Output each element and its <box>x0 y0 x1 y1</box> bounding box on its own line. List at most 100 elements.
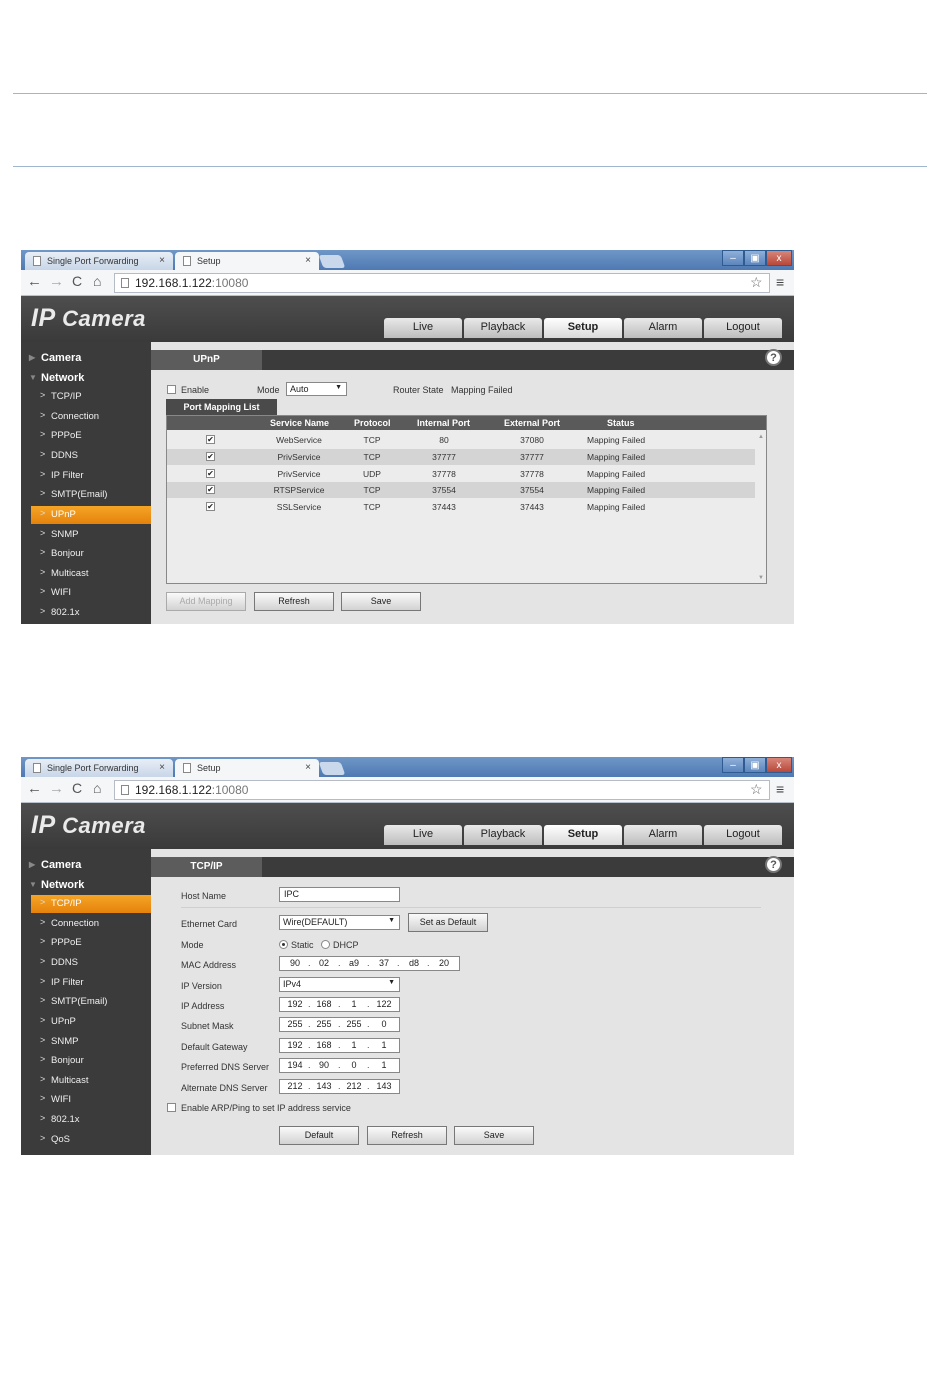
nav-alarm[interactable]: Alarm <box>624 825 702 845</box>
table-row[interactable]: ✔ RTSPService TCP 37554 37554 Mapping Fa… <box>167 482 755 498</box>
sidebar-item-tcpip[interactable]: > TCP/IP <box>31 388 151 406</box>
sidebar-item-wifi[interactable]: > WIFI <box>31 584 151 602</box>
sidebar-item-snmp[interactable]: > SNMP <box>31 526 151 544</box>
mode-select[interactable]: Auto ▼ <box>286 382 347 396</box>
close-tab-icon[interactable]: × <box>159 255 165 266</box>
sidebar-item-pppoe[interactable]: > PPPoE <box>31 934 151 952</box>
browser-tab-port-forwarding[interactable]: Single Port Forwarding × <box>25 759 173 777</box>
sidebar-item-smtp[interactable]: > SMTP(Email) <box>31 993 151 1011</box>
table-row[interactable]: ✔ WebService TCP 80 37080 Mapping Failed <box>167 432 755 448</box>
sidebar-item-ip-filter[interactable]: > IP Filter <box>31 467 151 485</box>
scroll-down-icon[interactable]: ▼ <box>758 575 764 581</box>
tab-tcpip[interactable]: TCP/IP <box>151 857 262 877</box>
row-checkbox[interactable]: ✔ <box>206 485 215 494</box>
sidebar-section-network[interactable]: ▼ Network <box>29 879 84 891</box>
browser-tab-setup[interactable]: Setup × <box>175 252 319 270</box>
sidebar-item-bonjour[interactable]: > Bonjour <box>31 1052 151 1070</box>
menu-icon[interactable]: ≡ <box>776 781 784 797</box>
close-tab-icon[interactable]: × <box>159 762 165 773</box>
sidebar-section-camera[interactable]: ▶ Camera <box>29 352 81 364</box>
row-checkbox[interactable]: ✔ <box>206 452 215 461</box>
table-row[interactable]: ✔ SSLService TCP 37443 37443 Mapping Fai… <box>167 499 755 515</box>
sidebar-section-camera[interactable]: ▶ Camera <box>29 859 81 871</box>
tab-upnp[interactable]: UPnP <box>151 350 262 370</box>
sidebar-item-wifi[interactable]: > WIFI <box>31 1091 151 1109</box>
maximize-icon[interactable]: ▣ <box>744 757 766 773</box>
url-input[interactable]: 192.168.1.122:10080 <box>114 780 770 800</box>
add-mapping-button[interactable]: Add Mapping <box>166 592 246 611</box>
sidebar-item-upnp[interactable]: > UPnP <box>31 1013 151 1031</box>
arp-ping-checkbox[interactable] <box>167 1103 176 1112</box>
sidebar-item-pppoe[interactable]: > PPPoE <box>31 427 151 445</box>
sidebar-item-ddns[interactable]: > DDNS <box>31 954 151 972</box>
table-row[interactable]: ✔ PrivService UDP 37778 37778 Mapping Fa… <box>167 466 755 482</box>
row-checkbox[interactable]: ✔ <box>206 502 215 511</box>
ethernet-card-select[interactable]: Wire(DEFAULT) ▼ <box>279 915 400 930</box>
enable-checkbox[interactable] <box>167 385 176 394</box>
row-checkbox[interactable]: ✔ <box>206 469 215 478</box>
sidebar-item-connection[interactable]: > Connection <box>31 915 151 933</box>
ip-address-field[interactable]: 192. 168. 1. 122 <box>279 997 400 1012</box>
close-tab-icon[interactable]: × <box>305 255 311 266</box>
browser-tab-port-forwarding[interactable]: Single Port Forwarding × <box>25 252 173 270</box>
close-window-icon[interactable]: x <box>766 250 792 266</box>
nav-live[interactable]: Live <box>384 825 462 845</box>
close-tab-icon[interactable]: × <box>305 762 311 773</box>
forward-arrow-icon[interactable]: → <box>49 780 64 797</box>
sidebar-item-connection[interactable]: > Connection <box>31 408 151 426</box>
ip-version-select[interactable]: IPv4 ▼ <box>279 977 400 992</box>
static-radio[interactable] <box>279 940 288 949</box>
sidebar-item-bonjour[interactable]: > Bonjour <box>31 545 151 563</box>
default-button[interactable]: Default <box>279 1126 359 1145</box>
new-tab-button[interactable] <box>318 255 346 268</box>
sidebar-item-8021x[interactable]: >802.1x <box>31 604 151 622</box>
preferred-dns-field[interactable]: 194. 90. 0. 1 <box>279 1058 400 1073</box>
save-button[interactable]: Save <box>341 592 421 611</box>
sidebar-section-network[interactable]: ▼ Network <box>29 372 84 384</box>
dhcp-radio[interactable] <box>321 940 330 949</box>
sidebar-item-multicast[interactable]: > Multicast <box>31 1072 151 1090</box>
tab-port-mapping-list[interactable]: Port Mapping List <box>166 399 277 415</box>
sidebar-item-8021x[interactable]: >802.1x <box>31 1111 151 1129</box>
set-as-default-button[interactable]: Set as Default <box>408 913 488 932</box>
sidebar-item-ddns[interactable]: > DDNS <box>31 447 151 465</box>
forward-arrow-icon[interactable]: → <box>49 273 64 290</box>
home-icon[interactable]: ⌂ <box>93 780 101 796</box>
new-tab-button[interactable] <box>318 762 346 775</box>
menu-icon[interactable]: ≡ <box>776 274 784 290</box>
scroll-up-icon[interactable]: ▲ <box>758 434 764 440</box>
reload-icon[interactable]: C <box>72 780 82 796</box>
maximize-icon[interactable]: ▣ <box>744 250 766 266</box>
sidebar-item-ip-filter[interactable]: > IP Filter <box>31 974 151 992</box>
refresh-button[interactable]: Refresh <box>367 1126 447 1145</box>
help-icon[interactable]: ? <box>765 856 782 873</box>
nav-playback[interactable]: Playback <box>464 825 542 845</box>
minimize-icon[interactable]: – <box>722 250 744 266</box>
bookmark-star-icon[interactable]: ☆ <box>750 274 763 291</box>
host-name-input[interactable]: IPC <box>279 887 400 902</box>
sidebar-item-tcpip[interactable]: > TCP/IP <box>31 895 151 913</box>
alternate-dns-field[interactable]: 212. 143. 212. 143 <box>279 1079 400 1094</box>
url-input[interactable]: 192.168.1.122:10080 <box>114 273 770 293</box>
nav-playback[interactable]: Playback <box>464 318 542 338</box>
subnet-mask-field[interactable]: 255. 255. 255. 0 <box>279 1017 400 1032</box>
nav-alarm[interactable]: Alarm <box>624 318 702 338</box>
row-checkbox[interactable]: ✔ <box>206 435 215 444</box>
sidebar-item-multicast[interactable]: > Multicast <box>31 565 151 583</box>
default-gateway-field[interactable]: 192. 168. 1. 1 <box>279 1038 400 1053</box>
close-window-icon[interactable]: x <box>766 757 792 773</box>
reload-icon[interactable]: C <box>72 273 82 289</box>
sidebar-item-smtp[interactable]: > SMTP(Email) <box>31 486 151 504</box>
nav-logout[interactable]: Logout <box>704 318 782 338</box>
nav-live[interactable]: Live <box>384 318 462 338</box>
nav-setup[interactable]: Setup <box>544 318 622 338</box>
save-button[interactable]: Save <box>454 1126 534 1145</box>
sidebar-item-snmp[interactable]: > SNMP <box>31 1033 151 1051</box>
refresh-button[interactable]: Refresh <box>254 592 334 611</box>
back-arrow-icon[interactable]: ← <box>27 273 42 290</box>
browser-tab-setup[interactable]: Setup × <box>175 759 319 777</box>
minimize-icon[interactable]: – <box>722 757 744 773</box>
table-row[interactable]: ✔ PrivService TCP 37777 37777 Mapping Fa… <box>167 449 755 465</box>
sidebar-item-qos[interactable]: > QoS <box>31 1131 151 1149</box>
help-icon[interactable]: ? <box>765 349 782 366</box>
